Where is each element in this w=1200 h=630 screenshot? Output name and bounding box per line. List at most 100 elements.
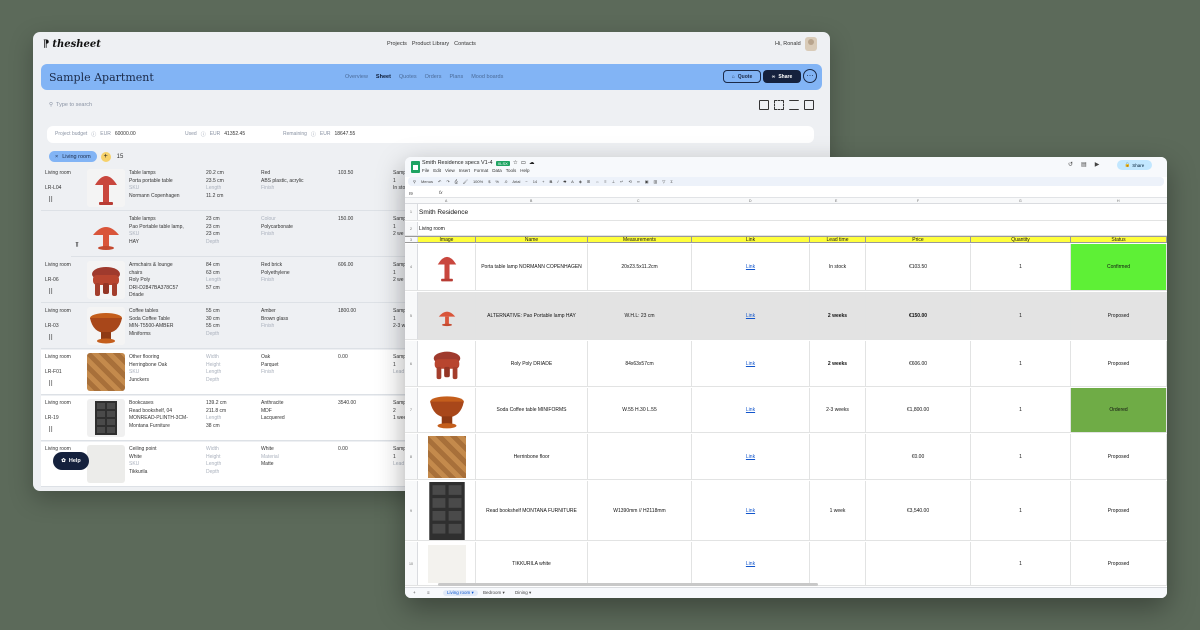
print-icon[interactable]: ⎙ (455, 179, 458, 184)
name-cell[interactable]: Porta table lamp NORMANN COPENHAGEN (476, 244, 588, 290)
currency-icon[interactable]: $ (488, 179, 490, 184)
logo[interactable]: ⁋ thesheet (43, 39, 101, 50)
video-call-icon[interactable]: ▶ (1095, 161, 1100, 168)
row-number[interactable]: 3 (405, 237, 418, 242)
row-number[interactable]: 5 (405, 292, 418, 339)
quantity-cell[interactable]: 1 (971, 481, 1071, 540)
measurements-cell[interactable] (588, 434, 692, 479)
lead-time-cell[interactable]: In stock (810, 244, 866, 290)
zoom-select[interactable]: 100% (473, 179, 483, 184)
tab-orders[interactable]: Orders (425, 74, 442, 80)
row-number[interactable]: 2 (405, 222, 418, 235)
sheet-title-cell[interactable]: Smith Residence (418, 204, 718, 220)
link-cell[interactable]: Link (692, 481, 810, 540)
folder-icon[interactable]: ▭ (521, 160, 526, 166)
header-price[interactable]: Price (866, 237, 971, 243)
lead-time-cell[interactable]: 2-3 weeks (810, 388, 866, 432)
search-menus-icon[interactable]: ⚲ (413, 179, 416, 184)
link-cell[interactable]: Link (692, 542, 810, 585)
col-g[interactable]: G (1019, 199, 1022, 203)
checklist-icon[interactable] (804, 100, 814, 110)
nav-product-library[interactable]: Product Library (412, 41, 449, 47)
font-size-minus-icon[interactable]: − (525, 179, 527, 184)
redo-icon[interactable]: ↷ (446, 179, 449, 184)
tab-quotes[interactable]: Quotes (399, 74, 417, 80)
price-cell[interactable]: €1,800.00 (866, 388, 971, 432)
percent-icon[interactable]: % (495, 179, 499, 184)
measurements-cell[interactable]: W1390mm // H2118mm (588, 481, 692, 540)
sheet-tab-dining[interactable]: Dining ▾ (511, 590, 535, 596)
more-options-button[interactable]: ⋯ (803, 69, 817, 83)
row-number[interactable]: 4 (405, 244, 418, 290)
price-cell[interactable]: €103.50 (866, 244, 971, 290)
paint-format-icon[interactable]: 🖌 (463, 179, 468, 184)
status-cell[interactable]: Ordered (1071, 388, 1167, 432)
room-chip[interactable]: × Living room (49, 151, 97, 162)
comment-icon[interactable]: ▤ (1081, 161, 1087, 168)
menu-tools[interactable]: Tools (506, 168, 517, 173)
image-cell[interactable] (418, 341, 476, 386)
col-a[interactable]: A (445, 199, 447, 203)
row-number[interactable]: 8 (405, 434, 418, 479)
header-row[interactable]: 3 Image Name Measurements Link Lead time… (405, 236, 1167, 243)
bold-icon[interactable]: B (549, 179, 552, 184)
font-size-plus-icon[interactable]: + (542, 179, 544, 184)
link-cell[interactable]: Link (692, 292, 810, 339)
font-size-input[interactable]: 14 (533, 179, 537, 184)
menu-help[interactable]: Help (520, 168, 529, 173)
status-cell[interactable]: Proposed (1071, 292, 1167, 339)
table-view-icon[interactable] (759, 100, 769, 110)
sheet-row[interactable]: 8 Herrinbone floor Link €0.00 1 Proposed (405, 434, 1167, 480)
sheet-row[interactable]: 1 Smith Residence (405, 204, 1167, 221)
menu-data[interactable]: Data (492, 168, 502, 173)
quantity-cell[interactable]: 1 (971, 434, 1071, 479)
share-button[interactable]: 🔒 Share (1117, 160, 1152, 170)
header-lead-time[interactable]: Lead time (810, 237, 866, 243)
wrap-icon[interactable]: ↵ (620, 179, 623, 184)
drag-handle-icon[interactable]: ⠿ (48, 334, 53, 342)
sheet-row[interactable]: 7 Soda Coffee table MINIFORMS W.55 H.30 … (405, 388, 1167, 433)
share-button[interactable]: ∞ Share (763, 70, 801, 83)
tab-sheet[interactable]: Sheet (376, 74, 391, 80)
tab-mood-boards[interactable]: Mood boards (471, 74, 503, 80)
sheet-row[interactable]: 2 Living room (405, 222, 1167, 236)
comment-add-icon[interactable]: ▣ (645, 179, 649, 184)
star-icon[interactable]: ☆ (513, 160, 518, 166)
header-quantity[interactable]: Quantity (971, 237, 1071, 243)
name-cell[interactable]: Read bookshelf MONTANA FURNITURE (476, 481, 588, 540)
price-cell[interactable]: €0.00 (866, 434, 971, 479)
add-room-button[interactable]: + (100, 151, 111, 162)
filter-icon[interactable] (789, 100, 799, 110)
row-number[interactable]: 9 (405, 481, 418, 540)
chart-icon[interactable]: ▥ (653, 179, 657, 184)
user-avatar[interactable] (805, 37, 817, 51)
italic-icon[interactable]: I (557, 179, 558, 184)
header-name[interactable]: Name (476, 237, 588, 243)
status-cell[interactable]: Confirmed (1071, 244, 1167, 290)
section-cell[interactable]: Living room (418, 222, 518, 235)
image-cell[interactable] (418, 481, 476, 540)
menu-format[interactable]: Format (474, 168, 488, 173)
name-box[interactable]: I9 (409, 191, 413, 196)
undo-icon[interactable]: ↶ (438, 179, 441, 184)
quote-button[interactable]: ⌂ Quote (723, 70, 761, 83)
status-cell[interactable]: Proposed (1071, 542, 1167, 585)
sheet-row[interactable]: 9 Read bookshelf MONTANA FURNITURE W1390… (405, 481, 1167, 541)
borders-icon[interactable]: ⊞ (587, 179, 590, 184)
split-alternative-icon[interactable]: ⫪ (75, 242, 79, 250)
measurements-cell[interactable]: 20x23.5x11.2cm (588, 244, 692, 290)
quantity-cell[interactable]: 1 (971, 542, 1071, 585)
image-cell[interactable] (418, 434, 476, 479)
status-cell[interactable]: Proposed (1071, 341, 1167, 386)
link-icon[interactable]: ∞ (637, 179, 640, 184)
nav-contacts[interactable]: Contacts (454, 41, 476, 47)
functions-icon[interactable]: Σ (670, 179, 672, 184)
sheet-tab-bedroom[interactable]: Bedroom ▾ (479, 590, 509, 596)
price-cell[interactable]: €150.00 (866, 292, 971, 339)
name-cell[interactable]: TIKKURILA white (476, 542, 588, 585)
menu-view[interactable]: View (445, 168, 455, 173)
image-cell[interactable] (418, 388, 476, 432)
rotate-icon[interactable]: ⟲ (628, 179, 631, 184)
text-color-icon[interactable]: A (571, 179, 574, 184)
measurements-cell[interactable]: W.H.L: 23 cm (588, 292, 692, 339)
